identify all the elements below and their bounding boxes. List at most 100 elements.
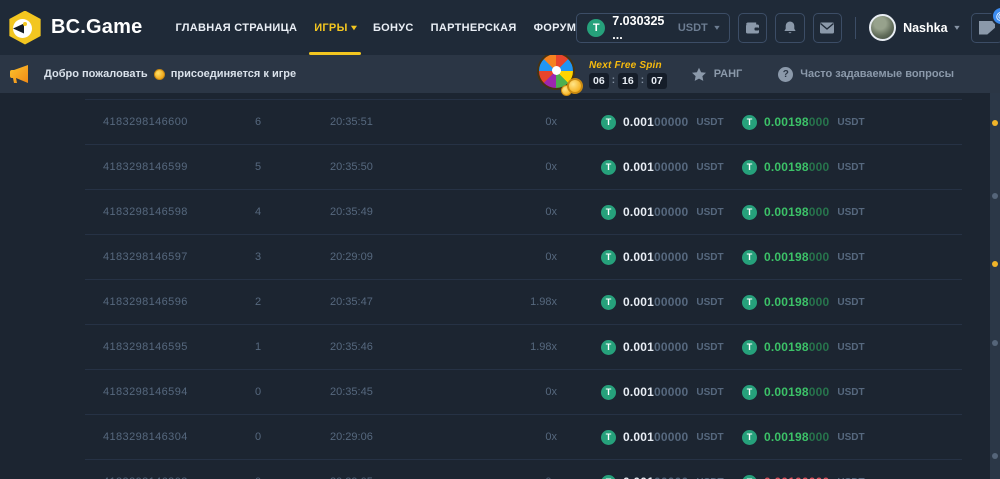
joining-text: присоединяется к игре xyxy=(171,68,296,80)
round-number: 2 xyxy=(255,296,330,308)
payout-multiplier: 0x xyxy=(470,116,557,128)
table-row[interactable]: 4183298146597 3 20:29:09 0x T 0.00100000… xyxy=(85,234,962,279)
faq-link[interactable]: ? Часто задаваемые вопросы xyxy=(778,67,954,82)
nav-item-label: ГЛАВНАЯ СТРАНИЦА xyxy=(175,22,297,34)
bet-amount: T 0.00100000 USDT xyxy=(557,115,742,130)
chat-toggle-button[interactable]: @ xyxy=(971,13,1000,43)
star-icon xyxy=(691,67,707,82)
balance-amount: 7.030325 ... xyxy=(612,14,671,42)
table-row[interactable]: 4183298146596 2 20:35:47 1.98x T 0.00100… xyxy=(85,279,962,324)
next-free-spin[interactable]: Next Free Spin 06 : 16 : 07 xyxy=(589,60,667,89)
bet-id: 4183298146597 xyxy=(85,251,255,263)
win-amount: T 0.00198000 USDT xyxy=(742,430,927,445)
bcgame-logo-icon xyxy=(8,11,42,45)
bet-amount: T 0.00100000 USDT xyxy=(557,430,742,445)
bet-id: 4183298146598 xyxy=(85,206,255,218)
chat-fragment xyxy=(992,453,998,459)
bet-id: 4183298146304 xyxy=(85,431,255,443)
brand-logo[interactable]: BC.Game xyxy=(8,11,142,45)
mail-icon xyxy=(819,21,835,35)
chevron-down-icon: ▾ xyxy=(714,24,719,32)
bet-time: 20:35:51 xyxy=(330,116,470,128)
wallet-button[interactable] xyxy=(738,13,767,43)
bet-amount: T 0.00100000 USDT xyxy=(557,340,742,355)
win-currency: USDT xyxy=(837,117,864,128)
chat-panel-edge xyxy=(990,93,1000,479)
bet-amount: T 0.00100000 USDT xyxy=(557,475,742,479)
timer-seconds: 07 xyxy=(647,73,667,89)
tether-icon: T xyxy=(742,160,757,175)
bet-time: 20:29:06 xyxy=(330,431,470,443)
bet-amount: T 0.00100000 USDT xyxy=(557,250,742,265)
next-free-spin-label: Next Free Spin xyxy=(589,60,667,71)
bet-time: 20:35:50 xyxy=(330,161,470,173)
tether-icon: T xyxy=(601,340,616,355)
chat-emoji-fragment xyxy=(992,120,998,126)
table-row[interactable]: 4183298146595 1 20:35:46 1.98x T 0.00100… xyxy=(85,324,962,369)
nav-item-bonus[interactable]: БОНУС xyxy=(373,0,414,55)
chevron-down-icon: ▾ xyxy=(351,24,357,32)
rank-label: РАНГ xyxy=(714,68,743,80)
tether-icon: T xyxy=(742,115,757,130)
win-currency: USDT xyxy=(837,207,864,218)
topbar-divider xyxy=(855,17,856,39)
table-row[interactable]: 4183298146594 0 20:35:45 0x T 0.00100000… xyxy=(85,369,962,414)
round-number: 4 xyxy=(255,206,330,218)
tether-icon: T xyxy=(601,250,616,265)
game-content: 4183298146600 6 20:35:51 0x T 0.00100000… xyxy=(0,93,1000,479)
table-row[interactable]: 4183298146303 0 20:29:05 0x T 0.00100000… xyxy=(85,459,962,479)
main-nav: ГЛАВНАЯ СТРАНИЦА ИГРЫ▾ БОНУС ПАРТНЕРСКАЯ ФОР… xyxy=(175,0,576,55)
bet-amount: T 0.00100000 USDT xyxy=(557,385,742,400)
nav-item-label: ПАРТНЕРСКАЯ xyxy=(431,22,517,34)
balance-selector[interactable]: T 7.030325 ... USDT ▾ xyxy=(576,13,730,43)
bet-currency: USDT xyxy=(696,432,723,443)
bet-id: 4183298146595 xyxy=(85,341,255,353)
win-currency: USDT xyxy=(837,432,864,443)
table-row[interactable]: 4183298146599 5 20:35:50 0x T 0.00100000… xyxy=(85,144,962,189)
payout-multiplier: 1.98x xyxy=(470,341,557,353)
table-row[interactable]: 4183298146304 0 20:29:06 0x T 0.00100000… xyxy=(85,414,962,459)
user-menu[interactable]: Nashka ▾ xyxy=(869,14,959,41)
chevron-down-icon: ▾ xyxy=(954,24,959,32)
timer-hours: 06 xyxy=(589,73,609,89)
bet-currency: USDT xyxy=(696,252,723,263)
bet-currency: USDT xyxy=(696,207,723,218)
tether-icon: T xyxy=(742,430,757,445)
tether-icon: T xyxy=(742,475,757,479)
win-amount: T 0.00100000 USDT xyxy=(742,475,927,479)
bell-icon xyxy=(782,20,798,36)
nav-item-forum[interactable]: ФОРУМ xyxy=(534,0,577,55)
messages-button[interactable] xyxy=(813,13,842,43)
nav-item-games[interactable]: ИГРЫ▾ xyxy=(314,0,356,55)
tether-icon: T xyxy=(601,115,616,130)
bet-currency: USDT xyxy=(696,117,723,128)
bet-amount: T 0.00100000 USDT xyxy=(557,205,742,220)
nav-item-label: БОНУС xyxy=(373,22,414,34)
payout-multiplier: 0x xyxy=(470,386,557,398)
username: Nashka xyxy=(903,21,947,35)
megaphone-icon xyxy=(8,62,32,86)
win-currency: USDT xyxy=(837,297,864,308)
win-amount: T 0.00198000 USDT xyxy=(742,295,927,310)
rank-link[interactable]: РАНГ xyxy=(691,67,743,82)
win-currency: USDT xyxy=(837,342,864,353)
payout-multiplier: 1.98x xyxy=(470,296,557,308)
chat-fragment xyxy=(992,193,998,199)
bet-currency: USDT xyxy=(696,387,723,398)
topbar: BC.Game ГЛАВНАЯ СТРАНИЦА ИГРЫ▾ БОНУС ПАРТНЕ… xyxy=(0,0,1000,55)
free-spin-wheel[interactable] xyxy=(537,52,583,94)
bet-time: 20:35:45 xyxy=(330,386,470,398)
bet-time: 20:35:49 xyxy=(330,206,470,218)
bet-amount: T 0.00100000 USDT xyxy=(557,160,742,175)
tether-icon: T xyxy=(601,295,616,310)
question-icon: ? xyxy=(778,67,793,82)
bet-time: 20:35:46 xyxy=(330,341,470,353)
tether-icon: T xyxy=(742,385,757,400)
notifications-button[interactable] xyxy=(775,13,804,43)
nav-item-home[interactable]: ГЛАВНАЯ СТРАНИЦА xyxy=(175,0,297,55)
nav-item-affiliate[interactable]: ПАРТНЕРСКАЯ xyxy=(431,0,517,55)
brand-name: BC.Game xyxy=(51,16,142,39)
table-row[interactable]: 4183298146600 6 20:35:51 0x T 0.00100000… xyxy=(85,99,962,144)
table-row[interactable]: 4183298146598 4 20:35:49 0x T 0.00100000… xyxy=(85,189,962,234)
bets-table: 4183298146600 6 20:35:51 0x T 0.00100000… xyxy=(85,93,962,479)
